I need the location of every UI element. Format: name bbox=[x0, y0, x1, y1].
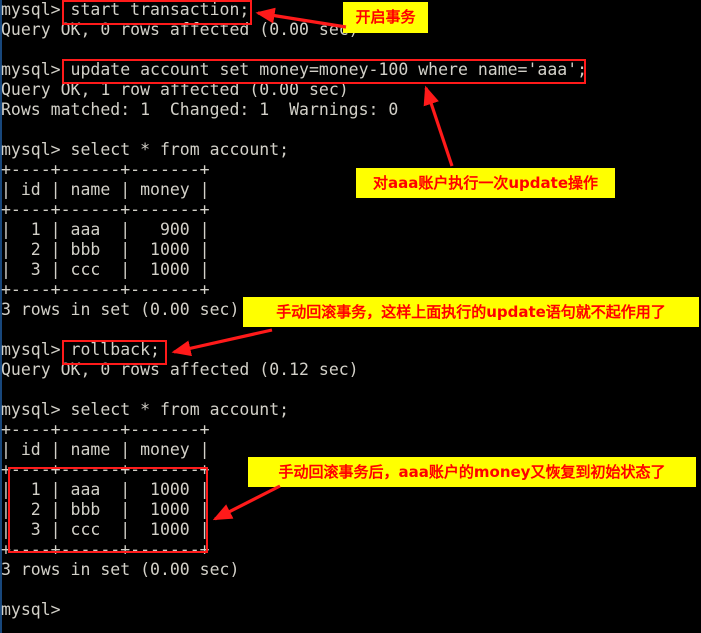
callout-manual-rollback-text: 手动回滚事务，这样上面执行的update语句就不起作用了 bbox=[276, 302, 666, 321]
terminal-screenshot: mysql> start transaction; Query OK, 0 row… bbox=[0, 0, 701, 633]
terminal-line: | 3 | ccc | 1000 | bbox=[1, 260, 210, 279]
callout-update-once: 对aaa账户执行一次update操作 bbox=[356, 168, 615, 198]
terminal-line: mysql> bbox=[1, 600, 61, 619]
highlight-box-update-statement bbox=[62, 59, 586, 84]
callout-after-rollback-text: 手动回滚事务后，aaa账户的money又恢复到初始状态了 bbox=[278, 462, 666, 481]
terminal-line: mysql> select * from account; bbox=[1, 400, 290, 419]
highlight-box-start-transaction bbox=[62, 0, 252, 25]
terminal-line: | 2 | bbb | 1000 | bbox=[1, 240, 210, 259]
terminal-line: +----+------+-------+ bbox=[1, 200, 210, 219]
terminal-line: 3 rows in set (0.00 sec) bbox=[1, 560, 240, 579]
terminal-line: | 1 | aaa | 900 | bbox=[1, 220, 210, 239]
terminal-line: mysql> select * from account; bbox=[1, 140, 290, 159]
highlight-box-rollback bbox=[62, 340, 167, 365]
callout-manual-rollback: 手动回滚事务，这样上面执行的update语句就不起作用了 bbox=[243, 297, 699, 327]
callout-start-transaction: 开启事务 bbox=[343, 2, 428, 33]
highlight-box-restored-rows bbox=[8, 467, 208, 553]
terminal-line: Rows matched: 1 Changed: 1 Warnings: 0 bbox=[1, 100, 399, 119]
callout-after-rollback: 手动回滚事务后，aaa账户的money又恢复到初始状态了 bbox=[248, 457, 696, 487]
callout-start-transaction-text: 开启事务 bbox=[355, 8, 416, 26]
terminal-line: +----+------+-------+ bbox=[1, 420, 210, 439]
callout-update-once-text: 对aaa账户执行一次update操作 bbox=[373, 173, 598, 192]
